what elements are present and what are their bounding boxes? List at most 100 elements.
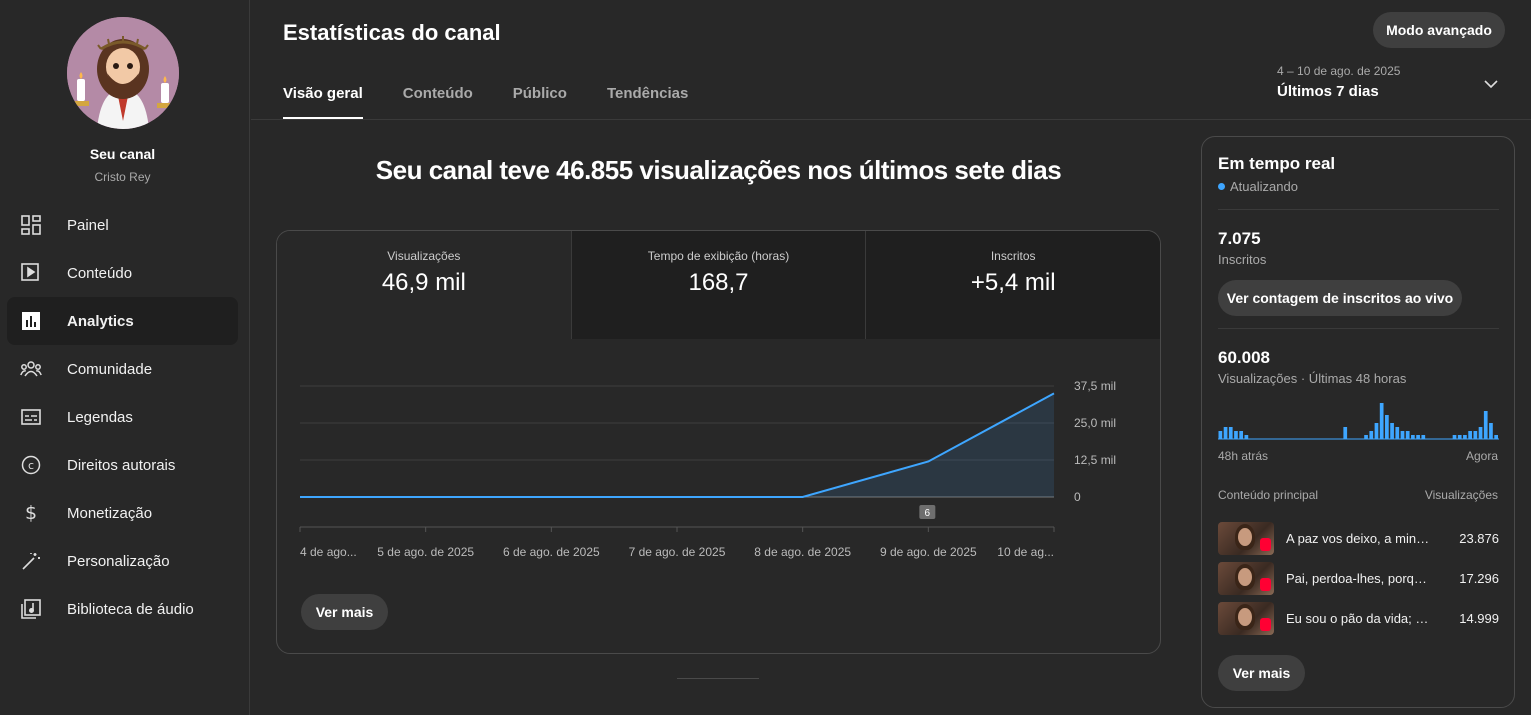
channel-title: Seu canal bbox=[89, 146, 156, 162]
x-tick-label: 9 de ago. de 2025 bbox=[880, 545, 977, 559]
scroll-indicator bbox=[677, 678, 759, 679]
audio-library-icon bbox=[20, 598, 42, 620]
realtime-bar bbox=[1379, 403, 1384, 439]
divider bbox=[1218, 328, 1499, 329]
metric-watch-time[interactable]: Tempo de exibição (horas) 168,7 bbox=[570, 231, 866, 339]
top-content-row[interactable]: Pai, perdoa-lhes, porque não sabem o que… bbox=[1218, 562, 1499, 595]
tab-conteudo[interactable]: Conteúdo bbox=[403, 85, 473, 119]
header-divider bbox=[251, 119, 1531, 120]
realtime-see-more-button[interactable]: Ver mais bbox=[1218, 655, 1305, 691]
realtime-bar bbox=[1364, 435, 1368, 439]
shorts-icon bbox=[1260, 618, 1271, 631]
sidebar-item-conteudo[interactable]: Conteúdo bbox=[7, 249, 238, 297]
realtime-bar-chart bbox=[1218, 403, 1499, 440]
realtime-bar bbox=[1390, 423, 1394, 439]
realtime-axis-left: 48h atrás bbox=[1218, 449, 1269, 463]
live-dot-icon bbox=[1218, 183, 1225, 190]
realtime-bar bbox=[1416, 435, 1420, 439]
realtime-bar bbox=[1463, 435, 1467, 439]
sidebar-item-legendas[interactable]: Legendas bbox=[7, 393, 238, 441]
realtime-bar bbox=[1374, 423, 1379, 439]
video-views: 17.296 bbox=[1459, 571, 1499, 586]
monetization-icon: $ bbox=[20, 502, 42, 524]
realtime-bar bbox=[1494, 435, 1498, 439]
realtime-bar bbox=[1489, 423, 1493, 439]
realtime-title: Em tempo real bbox=[1218, 154, 1336, 173]
views-chart: 37,5 mil 25,0 mil 12,5 mil 0 4 de ago... 5 de… bbox=[299, 379, 1116, 559]
realtime-bar bbox=[1218, 431, 1223, 439]
shorts-icon bbox=[1260, 538, 1271, 551]
advanced-mode-button[interactable]: Modo avançado bbox=[1373, 12, 1505, 48]
overview-card: Visualizações 46,9 mil Tempo de exibição… bbox=[276, 230, 1161, 654]
realtime-panel: Em tempo real Atualizando 7.075 Inscrito… bbox=[1201, 136, 1515, 708]
date-range-label: Últimos 7 dias bbox=[1277, 83, 1379, 100]
date-range-picker[interactable]: 4 – 10 de ago. de 2025 Últimos 7 dias bbox=[1277, 64, 1400, 100]
chevron-down-icon[interactable] bbox=[1483, 76, 1499, 97]
realtime-bar bbox=[1239, 431, 1244, 439]
sidebar-item-comunidade[interactable]: Comunidade bbox=[7, 345, 238, 393]
metric-subscribers[interactable]: Inscritos +5,4 mil bbox=[865, 231, 1160, 339]
sidebar-item-monetizacao[interactable]: $ Monetização bbox=[7, 489, 238, 537]
realtime-bar bbox=[1400, 431, 1405, 439]
sidebar-item-label: Personalização bbox=[67, 552, 170, 570]
realtime-subscribers-label: Inscritos bbox=[1218, 252, 1267, 267]
realtime-bar bbox=[1343, 427, 1348, 439]
sidebar-nav: Painel Conteúdo Analytics Comunidade Leg… bbox=[7, 201, 238, 633]
realtime-bar bbox=[1468, 431, 1472, 439]
realtime-bar bbox=[1369, 431, 1374, 439]
metric-value: 168,7 bbox=[688, 269, 749, 296]
realtime-bar bbox=[1234, 431, 1238, 439]
metric-views[interactable]: Visualizações 46,9 mil bbox=[277, 231, 571, 339]
top-content-row[interactable]: A paz vos deixo, a minha paz vos dou 23.… bbox=[1218, 522, 1499, 555]
video-title: A paz vos deixo, a minha paz vos dou bbox=[1286, 531, 1434, 546]
y-tick-label: 37,5 mil bbox=[1074, 379, 1116, 393]
analytics-icon bbox=[20, 310, 42, 332]
community-icon bbox=[20, 358, 42, 380]
sidebar-item-analytics[interactable]: Analytics bbox=[7, 297, 238, 345]
y-tick-label: 0 bbox=[1074, 490, 1081, 504]
divider bbox=[1218, 209, 1499, 210]
realtime-bar bbox=[1223, 427, 1228, 439]
customization-icon bbox=[20, 550, 42, 572]
sidebar-item-label: Direitos autorais bbox=[67, 456, 176, 474]
tab-tendencias[interactable]: Tendências bbox=[607, 85, 688, 119]
top-content-row[interactable]: Eu sou o pão da vida; quem vem a mim 14.… bbox=[1218, 602, 1499, 635]
metric-tabs: Visualizações 46,9 mil Tempo de exibição… bbox=[277, 231, 1160, 339]
sidebar: Seu canal Cristo Rey Painel Conteúdo Ana… bbox=[0, 0, 250, 715]
tab-visao-geral[interactable]: Visão geral bbox=[283, 85, 363, 119]
x-tick-label: 7 de ago. de 2025 bbox=[629, 545, 726, 559]
sidebar-item-painel[interactable]: Painel bbox=[7, 201, 238, 249]
realtime-views-label: Visualizações · Últimas 48 horas bbox=[1218, 371, 1407, 386]
top-content-header: Conteúdo principal bbox=[1218, 488, 1319, 502]
realtime-views-value: 60.008 bbox=[1218, 348, 1270, 367]
sidebar-item-label: Painel bbox=[67, 216, 109, 234]
date-range-dates: 4 – 10 de ago. de 2025 bbox=[1277, 64, 1401, 78]
sidebar-item-label: Legendas bbox=[67, 408, 133, 426]
sidebar-item-label: Conteúdo bbox=[67, 264, 133, 282]
realtime-status: Atualizando bbox=[1218, 179, 1298, 194]
metric-label: Tempo de exibição (horas) bbox=[647, 249, 790, 263]
sidebar-item-direitos-autorais[interactable]: c Direitos autorais bbox=[7, 441, 238, 489]
x-tick-label: 4 de ago... bbox=[300, 545, 357, 559]
top-content-views-header: Visualizações bbox=[1424, 488, 1498, 502]
y-tick-label: 25,0 mil bbox=[1074, 416, 1116, 430]
overview-headline: Seu canal teve 46.855 visualizações nos … bbox=[375, 155, 1062, 185]
realtime-bar bbox=[1457, 435, 1462, 439]
tab-publico[interactable]: Público bbox=[513, 85, 567, 119]
realtime-bar bbox=[1411, 435, 1415, 439]
live-subscriber-count-button[interactable]: Ver contagem de inscritos ao vivo bbox=[1218, 280, 1462, 316]
subtitles-icon bbox=[20, 406, 42, 428]
series-area bbox=[300, 393, 1054, 497]
sidebar-item-personalizacao[interactable]: Personalização bbox=[7, 537, 238, 585]
sidebar-item-biblioteca-audio[interactable]: Biblioteca de áudio bbox=[7, 585, 238, 633]
channel-avatar[interactable] bbox=[67, 17, 179, 129]
sidebar-item-label: Biblioteca de áudio bbox=[67, 600, 194, 618]
see-more-button[interactable]: Ver mais bbox=[301, 594, 388, 630]
video-thumbnail bbox=[1218, 562, 1274, 595]
shorts-icon bbox=[1260, 578, 1271, 591]
studio-app: Seu canal Cristo Rey Painel Conteúdo Ana… bbox=[0, 0, 1531, 715]
realtime-bar bbox=[1244, 435, 1249, 439]
realtime-bar bbox=[1473, 431, 1478, 439]
realtime-bar bbox=[1395, 427, 1400, 439]
video-views: 14.999 bbox=[1459, 611, 1499, 626]
